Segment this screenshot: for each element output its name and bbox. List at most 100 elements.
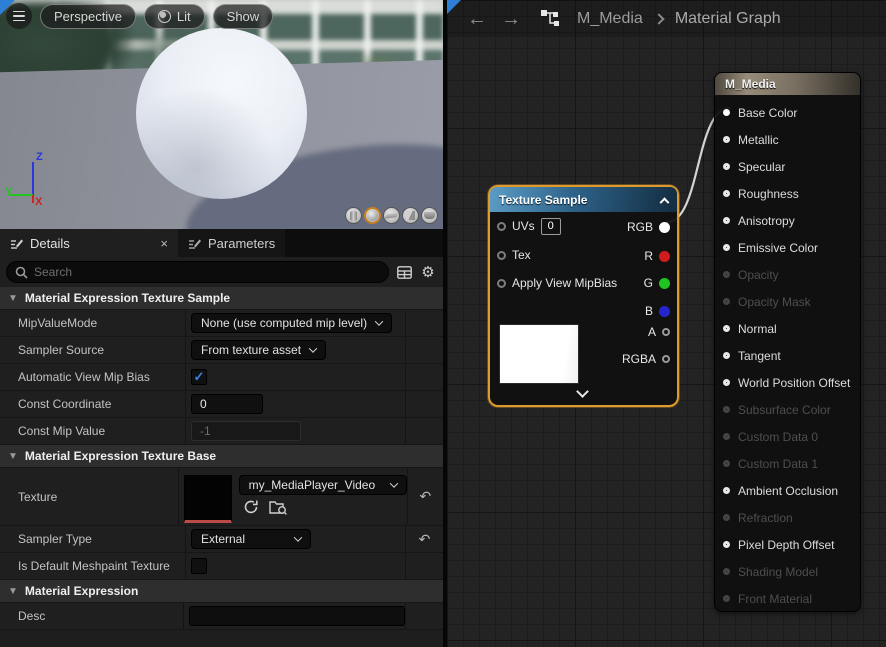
input-pin-apply-view-mipbias[interactable]: Apply View MipBias: [497, 273, 617, 293]
output-pin-a[interactable]: A: [648, 323, 670, 341]
breadcrumb-root[interactable]: M_Media: [577, 10, 643, 28]
section-header-material-expression[interactable]: ▼ Material Expression: [0, 580, 443, 603]
preview-viewport[interactable]: Perspective Lit Show Z Y X: [0, 0, 443, 229]
pin-icon[interactable]: [723, 433, 730, 440]
reset-to-default-button[interactable]: ↶: [419, 488, 431, 505]
material-graph-panel[interactable]: ← → M_Media Material Graph Texture Sampl…: [447, 0, 886, 647]
output-pin-rgb[interactable]: RGB: [627, 218, 670, 236]
reset-to-default-button[interactable]: ↶: [419, 531, 431, 548]
sampler-type-dropdown[interactable]: External: [191, 529, 311, 549]
pin-icon[interactable]: [662, 328, 670, 336]
material-pin-normal[interactable]: Normal: [715, 315, 860, 342]
pin-icon[interactable]: [723, 298, 730, 305]
collapse-triangle-icon[interactable]: ▼: [8, 586, 18, 597]
automatic-view-mip-bias-checkbox[interactable]: ✓: [191, 369, 207, 385]
perspective-button[interactable]: Perspective: [40, 4, 136, 29]
pin-icon[interactable]: [497, 251, 506, 260]
input-pin-tex[interactable]: Tex: [497, 245, 531, 265]
pin-icon[interactable]: [723, 460, 730, 467]
output-pin-rgba[interactable]: RGBA: [622, 350, 670, 368]
desc-input[interactable]: [189, 606, 405, 626]
lit-mode-button[interactable]: Lit: [144, 4, 205, 29]
material-pin-refraction[interactable]: Refraction: [715, 504, 860, 531]
pin-icon[interactable]: [723, 271, 730, 278]
material-pin-tangent[interactable]: Tangent: [715, 342, 860, 369]
material-pin-shading-model[interactable]: Shading Model: [715, 558, 860, 585]
is-default-meshpaint-checkbox[interactable]: [191, 558, 207, 574]
material-pin-world-position-offset[interactable]: World Position Offset: [715, 369, 860, 396]
pin-icon[interactable]: [723, 163, 730, 170]
pin-icon[interactable]: [723, 325, 730, 332]
material-pin-metallic[interactable]: Metallic: [715, 126, 860, 153]
material-pin-specular[interactable]: Specular: [715, 153, 860, 180]
shape-cube-button[interactable]: [402, 207, 419, 224]
pin-icon[interactable]: [723, 217, 730, 224]
close-icon[interactable]: ×: [160, 236, 168, 251]
chevron-up-icon[interactable]: [660, 197, 670, 207]
pin-icon[interactable]: [659, 251, 670, 262]
pin-icon[interactable]: [659, 278, 670, 289]
material-pin-opacity-mask[interactable]: Opacity Mask: [715, 288, 860, 315]
material-pin-custom-data-1[interactable]: Custom Data 1: [715, 450, 860, 477]
material-pin-pixel-depth-offset[interactable]: Pixel Depth Offset: [715, 531, 860, 558]
pin-icon[interactable]: [497, 222, 506, 231]
pin-icon[interactable]: [723, 568, 730, 575]
shape-cylinder-button[interactable]: [345, 207, 362, 224]
pin-icon[interactable]: [723, 136, 730, 143]
pin-icon[interactable]: [723, 514, 730, 521]
pin-icon[interactable]: [723, 379, 730, 386]
collapse-triangle-icon[interactable]: ▼: [8, 293, 18, 304]
show-button[interactable]: Show: [213, 4, 274, 29]
material-pin-front-material[interactable]: Front Material: [715, 585, 860, 612]
pin-icon[interactable]: [659, 222, 670, 233]
shape-plane-button[interactable]: [383, 207, 400, 224]
back-arrow-button[interactable]: ←: [467, 9, 487, 29]
section-header-texture-sample[interactable]: ▼ Material Expression Texture Sample: [0, 287, 443, 310]
material-pin-subsurface-color[interactable]: Subsurface Color: [715, 396, 860, 423]
material-pin-base-color[interactable]: Base Color: [715, 99, 860, 126]
tab-details[interactable]: Details ×: [0, 229, 178, 257]
search-input[interactable]: [34, 265, 380, 279]
search-box[interactable]: [6, 261, 389, 283]
node-texture-sample[interactable]: Texture Sample UVs 0 Tex Apply View MipB…: [488, 185, 679, 407]
pin-icon[interactable]: [723, 244, 730, 251]
uvs-value-box[interactable]: 0: [541, 218, 561, 235]
chevron-down-icon[interactable]: [576, 385, 589, 398]
material-pin-ambient-occlusion[interactable]: Ambient Occlusion: [715, 477, 860, 504]
material-pin-custom-data-0[interactable]: Custom Data 0: [715, 423, 860, 450]
output-pin-r[interactable]: R: [644, 247, 670, 265]
pin-icon[interactable]: [723, 109, 730, 116]
pin-icon[interactable]: [659, 306, 670, 317]
material-pin-anisotropy[interactable]: Anisotropy: [715, 207, 860, 234]
output-pin-b[interactable]: B: [645, 302, 670, 320]
pin-icon[interactable]: [723, 541, 730, 548]
node-header[interactable]: Texture Sample: [490, 187, 677, 212]
material-pin-opacity[interactable]: Opacity: [715, 261, 860, 288]
forward-arrow-button[interactable]: →: [501, 9, 521, 29]
node-header[interactable]: M_Media: [715, 73, 860, 95]
pin-icon[interactable]: [723, 406, 730, 413]
pin-icon[interactable]: [723, 352, 730, 359]
texture-asset-dropdown[interactable]: my_MediaPlayer_Video: [239, 475, 407, 495]
breadcrumb-current[interactable]: Material Graph: [675, 10, 781, 28]
browse-to-asset-icon[interactable]: [269, 499, 287, 520]
section-header-texture-base[interactable]: ▼ Material Expression Texture Base: [0, 445, 443, 468]
shape-teapot-button[interactable]: [421, 207, 438, 224]
node-m-media[interactable]: M_Media Base ColorMetallicSpecularRoughn…: [714, 72, 861, 612]
display-filter-icon[interactable]: [395, 263, 413, 281]
mipvaluemode-dropdown[interactable]: None (use computed mip level): [191, 313, 392, 333]
texture-thumbnail[interactable]: [184, 475, 232, 523]
material-pin-roughness[interactable]: Roughness: [715, 180, 860, 207]
const-coordinate-input[interactable]: [191, 394, 263, 414]
input-pin-uvs[interactable]: UVs 0: [497, 216, 561, 236]
sampler-source-dropdown[interactable]: From texture asset: [191, 340, 326, 360]
pin-icon[interactable]: [723, 487, 730, 494]
const-mip-value-input[interactable]: [191, 421, 301, 441]
settings-gear-icon[interactable]: ⚙: [419, 263, 437, 281]
pin-icon[interactable]: [723, 595, 730, 602]
material-pin-emissive-color[interactable]: Emissive Color: [715, 234, 860, 261]
output-pin-g[interactable]: G: [644, 274, 670, 292]
pin-icon[interactable]: [497, 279, 506, 288]
pin-icon[interactable]: [723, 190, 730, 197]
use-selected-asset-icon[interactable]: [243, 499, 259, 520]
